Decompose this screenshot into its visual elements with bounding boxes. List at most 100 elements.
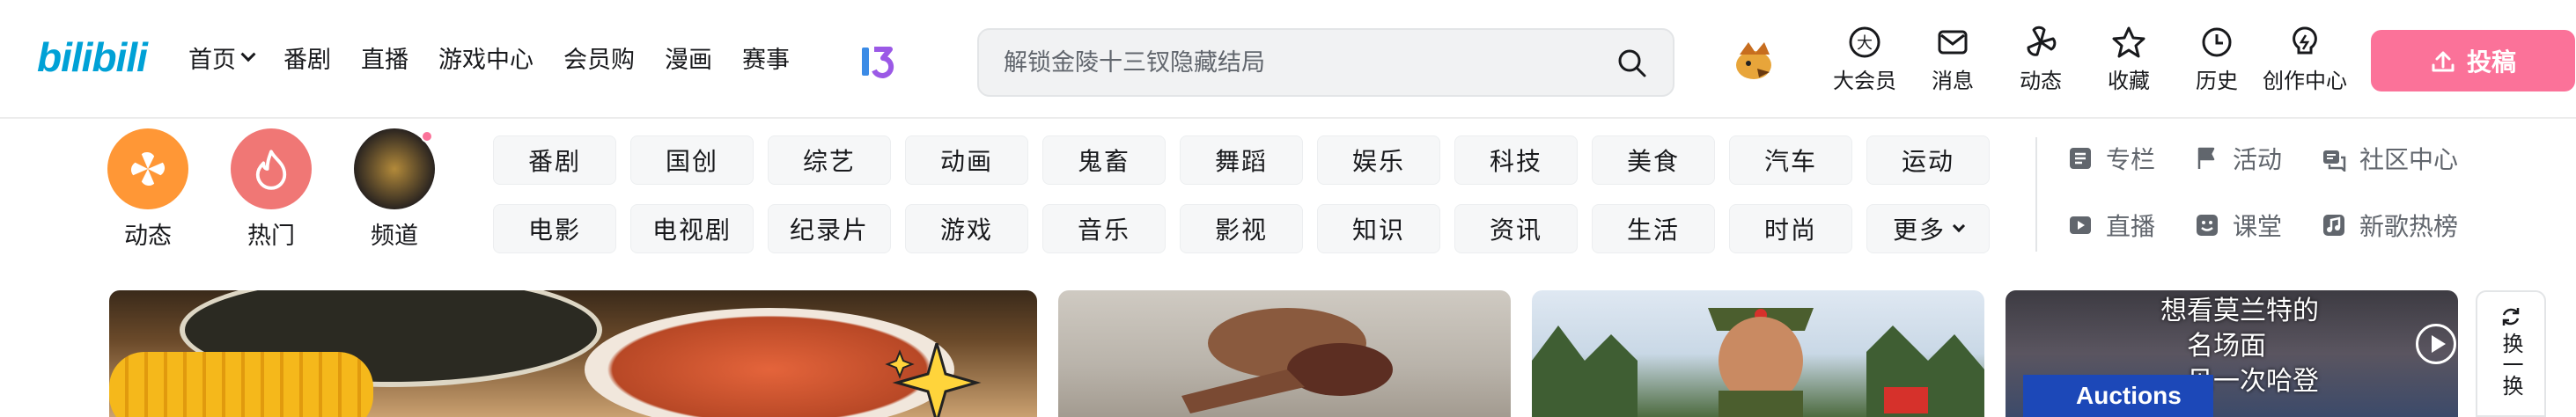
link-classroom-label: 课堂 [2233,212,2283,241]
sparkle-icon [885,343,982,417]
vip-label: 大会员 [1833,69,1896,93]
upload-label: 投稿 [2466,48,2516,77]
video-card-nba[interactable]: 想看莫兰特的 名场面 见一次哈登 Auctions [2006,290,2458,417]
tag-game[interactable]: 游戏 [905,204,1028,253]
video-card-soldier[interactable] [1532,290,1984,417]
tag-movie[interactable]: 电影 [493,204,616,253]
tag-fashion[interactable]: 时尚 [1729,204,1852,253]
channel-dynamic[interactable]: 动态 [107,128,188,251]
star-icon [2112,26,2145,58]
nav-esports[interactable]: 赛事 [742,40,790,75]
nav-mall[interactable]: 会员购 [563,40,635,75]
link-column-label: 专栏 [2106,145,2156,174]
channel-channel[interactable]: 频道 [354,128,435,251]
video-card-food[interactable] [109,290,1037,417]
favorites-entry[interactable]: 收藏 [2085,25,2173,94]
header-right-icons: 大 大会员 消息 动态 收藏 历史 创作中心 [1821,25,2349,94]
tag-tv[interactable]: 电视剧 [630,204,754,253]
tag-news[interactable]: 资讯 [1454,204,1578,253]
dynamic-entry[interactable]: 动态 [1997,25,2085,94]
channel-hot[interactable]: 热门 [231,128,312,251]
search-box[interactable] [977,28,1674,97]
search-icon[interactable] [1616,48,1648,79]
tag-knowledge[interactable]: 知识 [1317,204,1440,253]
refresh-icon [2502,308,2520,326]
play-icon[interactable] [2416,324,2456,364]
tag-sports[interactable]: 运动 [1866,135,1990,185]
link-community-label: 社区中心 [2359,145,2459,174]
favorites-label: 收藏 [2108,69,2150,93]
channel-dynamic-circle [107,128,188,209]
link-music-label: 新歌热榜 [2359,212,2459,241]
community-icon [2323,150,2346,172]
tag-variety[interactable]: 综艺 [768,135,891,185]
quick-links: 专栏 活动 社区中心 直播 课堂 新歌热榜 [2067,141,2479,243]
nav-home[interactable]: 首页 [188,40,256,75]
upload-button[interactable]: 投稿 [2371,30,2575,91]
message-icon [1938,30,1968,55]
message-entry[interactable]: 消息 [1909,25,1997,94]
channel-hot-label: 热门 [247,223,295,250]
nav-bangumi[interactable]: 番剧 [283,40,331,75]
music-icon [2323,215,2344,236]
bilibili-home: bilibili 首页 番剧 直播 游戏中心 会员购 漫画 赛事 解锁金陵十三钗… [0,0,2576,417]
channel-shortcuts: 动态 热门 频道 [107,128,435,251]
card-image-corn [109,352,373,417]
column-icon [2070,148,2091,169]
link-activity-label: 活动 [2233,145,2283,174]
link-community[interactable]: 社区中心 [2321,141,2479,176]
tag-documentary[interactable]: 纪录片 [768,204,891,253]
link-classroom[interactable]: 课堂 [2194,208,2321,243]
channel-channel-avatar [354,128,435,209]
pinwheel-icon [130,151,166,187]
chevron-down-icon [240,46,256,62]
card-caption-1: 想看莫兰特的 [2160,296,2319,326]
tag-guochuang[interactable]: 国创 [630,135,754,185]
bulb-icon [2293,26,2317,55]
tag-kichiku[interactable]: 鬼畜 [1042,135,1166,185]
bilibili-logo[interactable]: bilibili [37,33,148,81]
search-input[interactable] [1004,30,1602,95]
tag-bangumi[interactable]: 番剧 [493,135,616,185]
flame-icon [255,150,287,190]
tag-food[interactable]: 美食 [1592,135,1715,185]
nav-manga[interactable]: 漫画 [665,40,712,75]
vip-entry[interactable]: 大 大会员 [1821,25,1909,94]
divider [2035,137,2037,252]
video-card-wrestling[interactable] [1058,290,1511,417]
link-live-label: 直播 [2106,212,2156,241]
creator-entry[interactable]: 创作中心 [2261,25,2349,94]
top-header: bilibili 首页 番剧 直播 游戏中心 会员购 漫画 赛事 解锁金陵十三钗… [0,0,2576,119]
message-label: 消息 [1932,69,1974,93]
refresh-label: 换一换 [2499,333,2523,396]
link-live[interactable]: 直播 [2067,208,2194,243]
avatar[interactable] [1731,39,1777,84]
live-icon [2070,216,2091,234]
tag-entertainment[interactable]: 娱乐 [1317,135,1440,185]
card-image-soldier [1532,308,1984,417]
history-entry[interactable]: 历史 [2173,25,2261,94]
card-image-person [1181,308,1393,413]
creator-label: 创作中心 [2263,69,2347,93]
tag-dance[interactable]: 舞蹈 [1180,135,1303,185]
svg-text:大: 大 [1857,34,1873,53]
link-music[interactable]: 新歌热榜 [2321,208,2479,243]
link-column[interactable]: 专栏 [2067,141,2194,176]
tag-tech[interactable]: 科技 [1454,135,1578,185]
refresh-button[interactable]: 换一换 [2476,290,2546,417]
history-label: 历史 [2196,69,2238,93]
nav-live[interactable]: 直播 [361,40,408,75]
event-13-icon[interactable] [858,44,897,79]
tag-film[interactable]: 影视 [1180,204,1303,253]
tag-more-label: 更多 [1892,216,1946,245]
tag-animation[interactable]: 动画 [905,135,1028,185]
tag-music[interactable]: 音乐 [1042,204,1166,253]
link-activity[interactable]: 活动 [2194,141,2321,176]
upload-icon [2432,51,2455,72]
tag-more[interactable]: 更多 [1866,204,1990,253]
nav-game-center[interactable]: 游戏中心 [438,40,534,75]
tag-car[interactable]: 汽车 [1729,135,1852,185]
vip-icon: 大 [1849,26,1880,58]
channel-dynamic-label: 动态 [124,223,172,250]
tag-life[interactable]: 生活 [1592,204,1715,253]
